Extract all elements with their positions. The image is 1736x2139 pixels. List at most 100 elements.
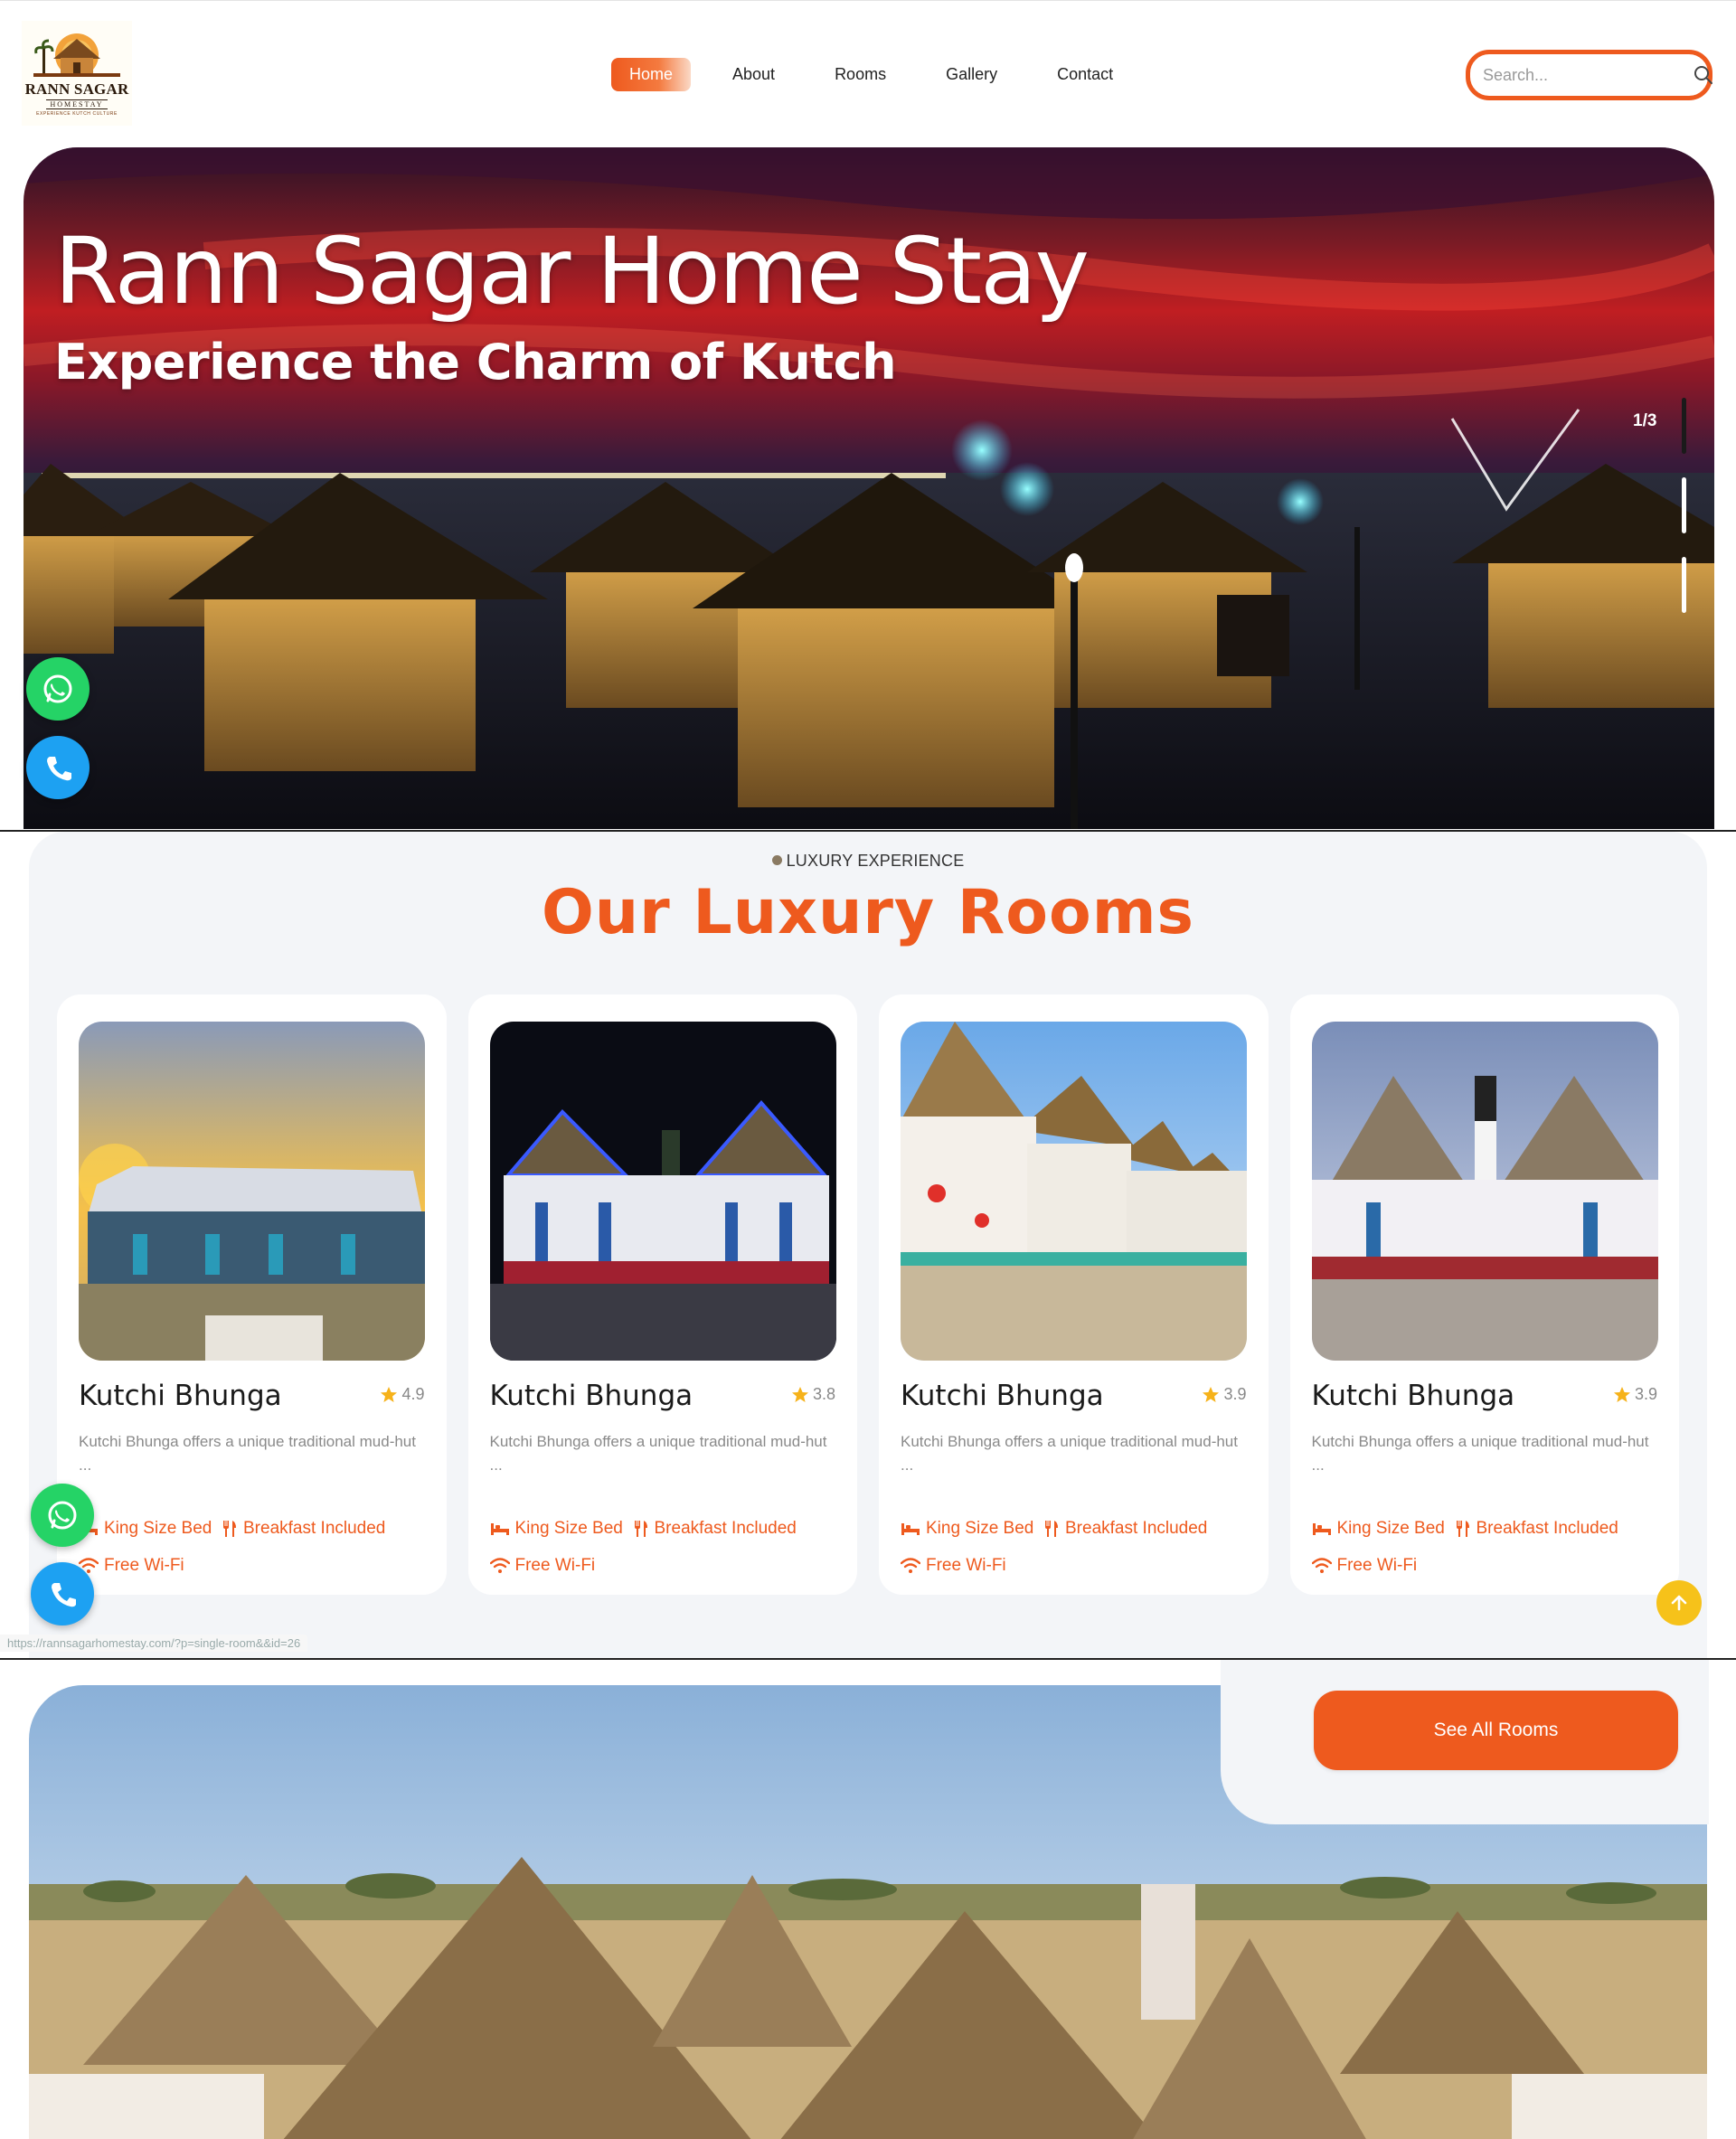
feature-label: Free Wi-Fi (926, 1556, 1006, 1575)
feature-bed: King Size Bed (79, 1519, 212, 1539)
wifi-icon (489, 1558, 510, 1573)
utensils-icon (1045, 1521, 1058, 1537)
room-name: Kutchi Bhunga (901, 1380, 1104, 1412)
room-image[interactable] (1311, 1022, 1658, 1361)
feature-wifi: Free Wi-Fi (901, 1556, 1006, 1576)
nav-item-about[interactable]: About (714, 58, 793, 91)
utensils-icon (223, 1521, 236, 1537)
star-icon (381, 1386, 398, 1402)
room-name: Kutchi Bhunga (1311, 1380, 1515, 1412)
room-rating: 4.9 (380, 1385, 425, 1404)
wifi-icon (901, 1558, 920, 1573)
logo-title: RANN SAGAR (24, 80, 129, 98)
section-eyebrow: LUXURY EXPERIENCE (0, 852, 1736, 871)
status-bar-url: https://rannsagarhomestay.com/?p=single-… (0, 1635, 308, 1652)
feature-bed: King Size Bed (490, 1519, 623, 1539)
logo-tagline: EXPERIENCE KUTCH CULTURE (36, 111, 118, 117)
arrow-up-icon (1671, 1595, 1687, 1611)
search-icon[interactable] (1693, 63, 1714, 87)
room-card[interactable]: Kutchi Bhunga 4.9 Kutchi Bhunga offers a… (57, 994, 447, 1595)
feature-label: Free Wi-Fi (514, 1556, 596, 1575)
site-header: RANN SAGAR HOMESTAY EXPERIENCE KUTCH CUL… (0, 0, 1736, 146)
room-rating: 3.9 (1202, 1385, 1247, 1404)
bed-icon (1312, 1523, 1331, 1535)
slide-indicator-3[interactable] (1682, 557, 1686, 613)
room-card[interactable]: Kutchi Bhunga 3.9 Kutchi Bhunga offers a… (879, 994, 1269, 1595)
nav-item-gallery[interactable]: Gallery (928, 58, 1015, 91)
rooms-title: Our Luxury Rooms (541, 877, 1195, 948)
feature-label: Breakfast Included (1476, 1519, 1618, 1538)
main-nav: Home About Rooms Gallery Contact (611, 57, 1131, 91)
feature-wifi: Free Wi-Fi (489, 1556, 596, 1576)
about-section: See All Rooms (0, 1658, 1736, 2139)
star-icon (1613, 1386, 1630, 1402)
hero-title: Rann Sagar Home Stay (54, 218, 1090, 325)
room-rating: 3.8 (791, 1385, 835, 1404)
nav-item-home[interactable]: Home (611, 57, 692, 91)
slide-indicator-1[interactable] (1682, 398, 1686, 454)
room-rating: 3.9 (1613, 1385, 1657, 1404)
utensils-icon (1456, 1521, 1469, 1537)
feature-breakfast: Breakfast Included (1043, 1519, 1207, 1539)
feature-label: Breakfast Included (654, 1519, 797, 1538)
phone-button[interactable] (26, 736, 90, 799)
room-cards: Kutchi Bhunga 4.9 Kutchi Bhunga offers a… (57, 994, 1679, 1595)
feature-bed: King Size Bed (901, 1519, 1033, 1539)
room-card[interactable]: Kutchi Bhunga 3.8 Kutchi Bhunga offers a… (467, 994, 857, 1595)
rooms-section: LUXURY EXPERIENCE Our Luxury Rooms Kutch… (0, 830, 1736, 1786)
feature-label: King Size Bed (514, 1519, 623, 1538)
room-rating-value: 3.9 (1223, 1385, 1247, 1403)
room-rating-value: 4.9 (401, 1385, 425, 1403)
room-image[interactable] (901, 1022, 1247, 1361)
feature-label: King Size Bed (926, 1519, 1034, 1538)
feature-breakfast: Breakfast Included (633, 1519, 797, 1539)
hero-subtitle: Experience the Charm of Kutch (54, 334, 897, 391)
nav-item-contact[interactable]: Contact (1039, 58, 1131, 91)
feature-wifi: Free Wi-Fi (79, 1556, 184, 1576)
search-input[interactable] (1483, 65, 1693, 85)
feature-label: Free Wi-Fi (104, 1556, 184, 1575)
room-rating-value: 3.9 (1634, 1385, 1657, 1403)
see-all-rooms-button[interactable]: See All Rooms (1314, 1691, 1678, 1770)
room-image[interactable] (79, 1022, 425, 1361)
phone-icon (52, 1583, 76, 1607)
feature-bed: King Size Bed (1312, 1519, 1445, 1539)
feature-breakfast: Breakfast Included (222, 1519, 385, 1539)
hero-slider: Rann Sagar Home Stay Experience the Char… (24, 147, 1714, 829)
wifi-icon (1311, 1558, 1332, 1573)
room-image[interactable] (489, 1022, 836, 1361)
whatsapp-icon (48, 1501, 77, 1530)
search-box (1466, 50, 1712, 100)
room-name: Kutchi Bhunga (79, 1380, 282, 1412)
whatsapp-button[interactable] (31, 1484, 94, 1547)
logo-subtitle: HOMESTAY (46, 99, 108, 109)
room-rating-value: 3.8 (812, 1385, 835, 1403)
feature-wifi: Free Wi-Fi (1311, 1556, 1418, 1576)
site-logo[interactable]: RANN SAGAR HOMESTAY EXPERIENCE KUTCH CUL… (22, 21, 132, 126)
slide-counter: 1/3 (1633, 411, 1657, 430)
room-description: Kutchi Bhunga offers a unique traditiona… (489, 1433, 827, 1474)
scroll-to-top-button[interactable] (1656, 1580, 1702, 1625)
feature-label: King Size Bed (1336, 1519, 1445, 1538)
room-description: Kutchi Bhunga offers a unique traditiona… (1311, 1433, 1649, 1474)
whatsapp-button[interactable] (26, 657, 90, 721)
utensils-icon (634, 1521, 647, 1537)
slide-indicator-2[interactable] (1682, 477, 1686, 533)
room-card[interactable]: Kutchi Bhunga 3.9 Kutchi Bhunga offers a… (1289, 994, 1679, 1595)
room-description: Kutchi Bhunga offers a unique traditiona… (79, 1433, 416, 1474)
nav-item-rooms[interactable]: Rooms (816, 58, 904, 91)
feature-label: Free Wi-Fi (1336, 1556, 1418, 1575)
eyebrow-text: LUXURY EXPERIENCE (786, 852, 965, 870)
phone-button[interactable] (31, 1562, 94, 1625)
phone-icon (47, 757, 71, 781)
room-description: Kutchi Bhunga offers a unique traditiona… (901, 1433, 1238, 1474)
eyebrow-dot (771, 855, 782, 865)
star-icon (1203, 1386, 1220, 1402)
feature-label: Breakfast Included (243, 1519, 386, 1538)
feature-breakfast: Breakfast Included (1455, 1519, 1618, 1539)
feature-label: King Size Bed (104, 1519, 212, 1538)
bed-icon (490, 1523, 509, 1535)
star-icon (791, 1386, 808, 1402)
hut-logo-icon (33, 33, 120, 77)
room-name: Kutchi Bhunga (489, 1380, 693, 1412)
